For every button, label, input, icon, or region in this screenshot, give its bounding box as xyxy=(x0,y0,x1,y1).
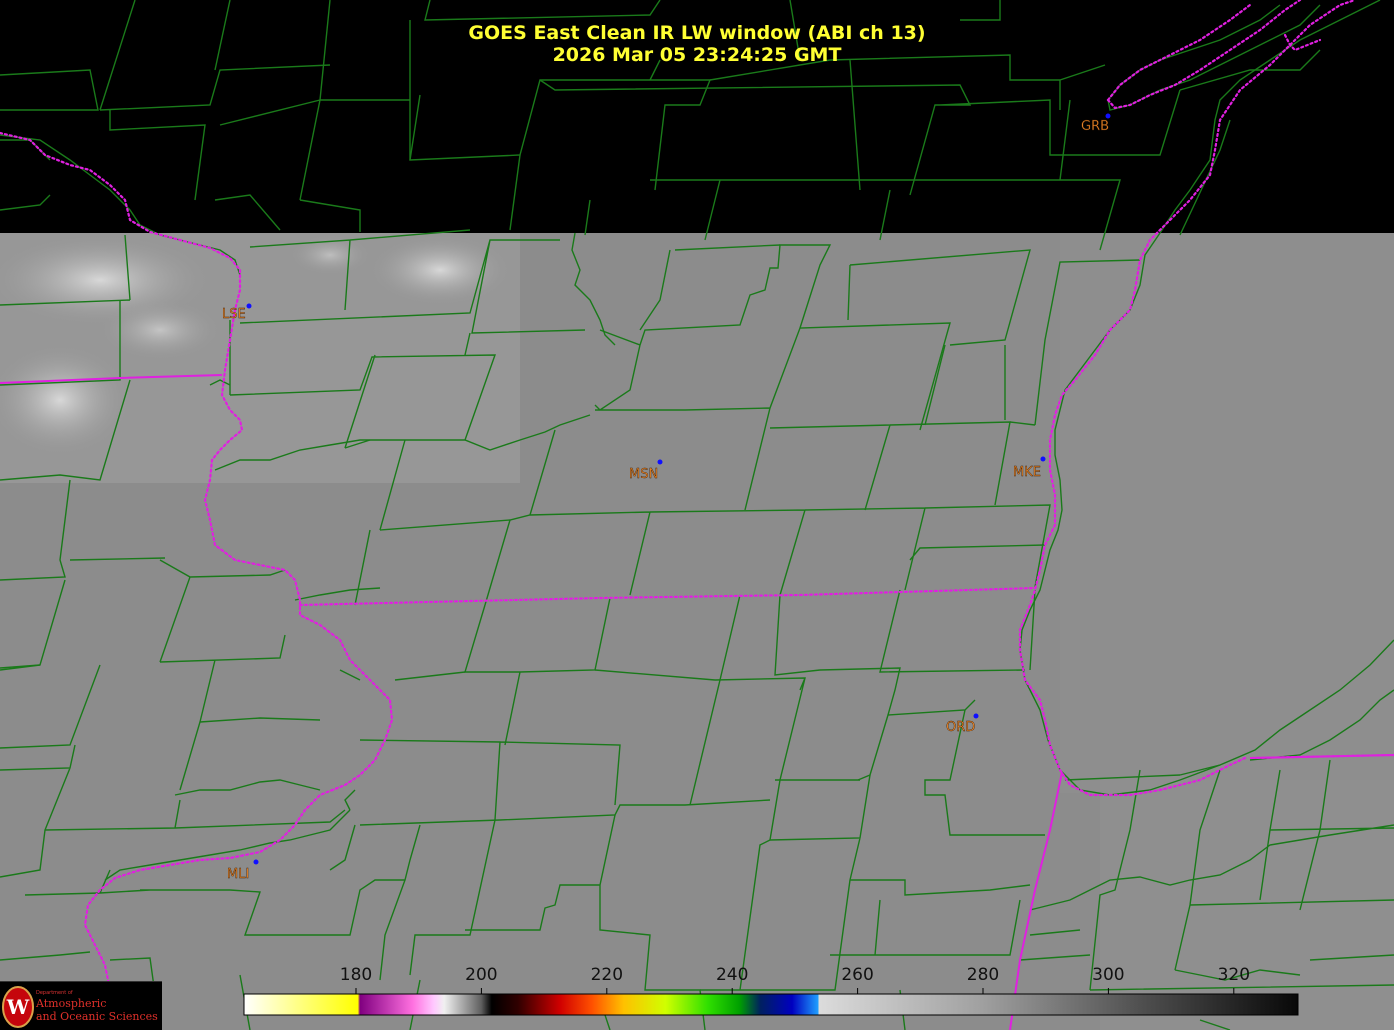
station-label-mli: MLI xyxy=(227,867,249,882)
uw-crest-icon: W xyxy=(2,986,34,1028)
satellite-map: GRB LSE MSN MKE ORD MLI 180 200 220 240 260 2… xyxy=(0,0,1394,1030)
logo-line2: and Oceanic Sciences xyxy=(36,1010,158,1023)
uw-aos-logo: W Department of Atmospheric and Oceanic … xyxy=(0,981,162,1030)
station-label-ord: ORD xyxy=(946,720,975,735)
svg-text:W: W xyxy=(6,995,30,1019)
colorbar-tick-label: 180 xyxy=(340,965,372,985)
logo-line1: Atmospheric xyxy=(36,997,107,1010)
colorbar-tick-label: 240 xyxy=(716,965,748,985)
station-label-msn: MSN xyxy=(629,467,658,482)
station-label-mke: MKE xyxy=(1013,465,1041,480)
station-label-lse: LSE xyxy=(222,307,246,322)
station-label-grb: GRB xyxy=(1081,119,1109,134)
colorbar-tick-label: 320 xyxy=(1218,965,1250,985)
map-title: GOES East Clean IR LW window (ABI ch 13) xyxy=(468,22,926,44)
colorbar-tick-label: 260 xyxy=(841,965,873,985)
colorbar-tick-label: 200 xyxy=(465,965,497,985)
map-canvas: GRB LSE MSN MKE ORD MLI 180 200 220 240 260 2… xyxy=(0,0,1394,1030)
colorbar-gradient xyxy=(243,993,1299,1016)
logo-dept-text: Department of xyxy=(36,990,73,996)
colorbar-tick-label: 220 xyxy=(591,965,623,985)
colorbar-tick-label: 280 xyxy=(967,965,999,985)
map-timestamp: 2026 Mar 05 23:24:25 GMT xyxy=(552,44,842,66)
colorbar-tick-label: 300 xyxy=(1092,965,1124,985)
